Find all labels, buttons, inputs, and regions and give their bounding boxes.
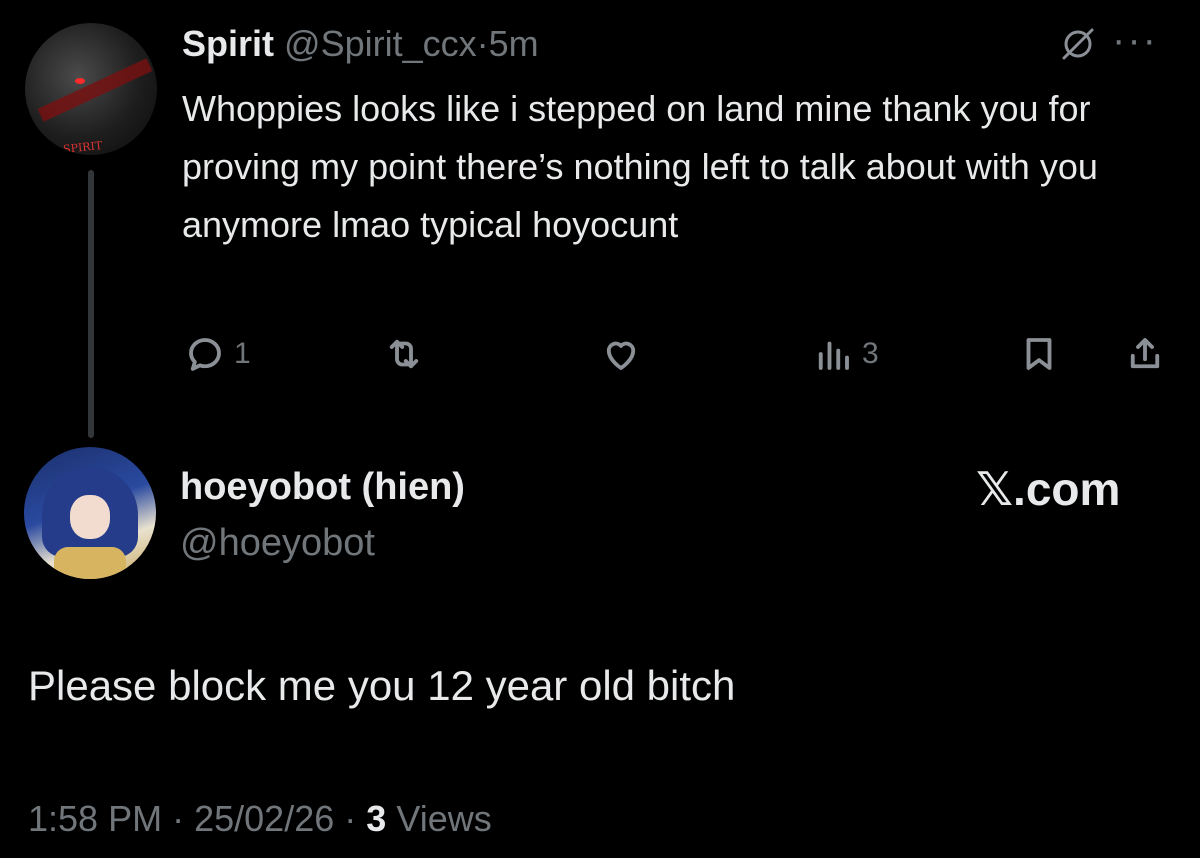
tweet-text: Whoppies looks like i stepped on land mi… bbox=[182, 88, 1098, 245]
avatar[interactable] bbox=[24, 447, 156, 579]
more-icon[interactable]: ··· bbox=[1112, 20, 1172, 60]
retweet-button[interactable] bbox=[383, 330, 425, 378]
separator-dot: · bbox=[476, 23, 489, 64]
tweet-header: Spirit @Spirit_ccx·5m bbox=[182, 20, 539, 68]
like-button[interactable] bbox=[600, 330, 642, 378]
tweet-text: Please block me you 12 year old bitch bbox=[28, 662, 736, 709]
thread-connector-line bbox=[88, 170, 94, 438]
views-button[interactable]: 3 bbox=[812, 330, 879, 378]
avatar-decoration bbox=[37, 58, 153, 122]
tweet-time[interactable]: 1:58 PM bbox=[28, 798, 162, 839]
views-count: 3 bbox=[366, 798, 387, 839]
avatar-decoration bbox=[75, 78, 85, 84]
display-name[interactable]: hoeyobot (hien) bbox=[180, 466, 465, 509]
bookmark-icon bbox=[1026, 338, 1052, 370]
reply-button[interactable]: 1 bbox=[184, 330, 251, 378]
avatar-decoration bbox=[54, 547, 126, 579]
user-handle[interactable]: @Spirit_ccx bbox=[284, 23, 477, 64]
avatar-tag-text: SPIRIT bbox=[62, 138, 103, 155]
views-count: 3 bbox=[862, 337, 879, 370]
avatar-decoration bbox=[70, 495, 110, 539]
share-button[interactable] bbox=[1124, 330, 1166, 378]
retweet-icon bbox=[389, 339, 419, 369]
tweet-meta: 1:58 PM · 25/02/26 · 3 Views bbox=[28, 798, 492, 840]
views-icon bbox=[818, 341, 849, 370]
x-logo-text: 𝕏.com bbox=[976, 463, 1121, 515]
like-icon bbox=[606, 341, 636, 370]
reply-count: 1 bbox=[234, 337, 251, 370]
display-name[interactable]: Spirit bbox=[182, 23, 274, 64]
bookmark-button[interactable] bbox=[1018, 330, 1060, 378]
grok-icon[interactable] bbox=[1058, 24, 1098, 64]
tweet-time[interactable]: 5m bbox=[489, 23, 539, 64]
reply-icon bbox=[189, 338, 221, 371]
avatar[interactable]: SPIRIT bbox=[25, 23, 157, 155]
views-label: Views bbox=[396, 798, 492, 839]
separator-dot: · bbox=[172, 798, 185, 839]
share-icon bbox=[1130, 338, 1160, 369]
tweet-date[interactable]: 25/02/26 bbox=[194, 798, 334, 839]
separator-dot: · bbox=[344, 798, 357, 839]
user-handle[interactable]: @hoeyobot bbox=[180, 522, 375, 565]
